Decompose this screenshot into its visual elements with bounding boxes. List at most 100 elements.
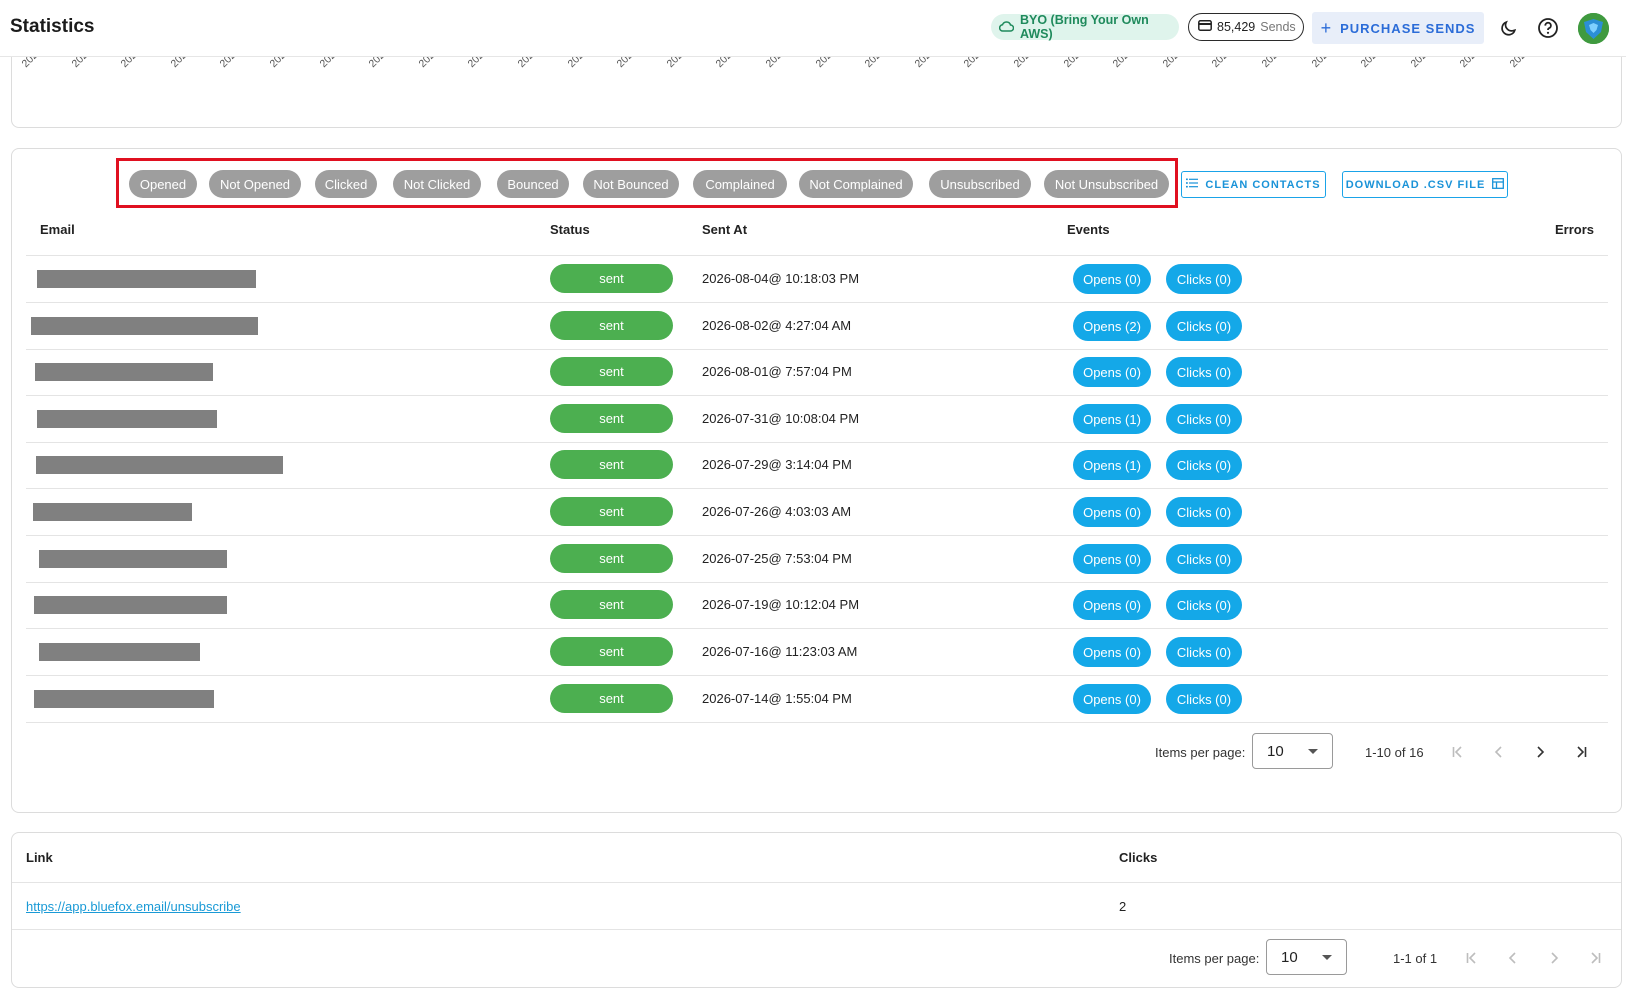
row-divider [26, 442, 1608, 443]
clicks-button[interactable]: Clicks (0) [1166, 590, 1242, 620]
column-header-sent-at[interactable]: Sent At [702, 222, 747, 237]
clicks-button[interactable]: Clicks (0) [1166, 357, 1242, 387]
status-badge: sent [550, 590, 673, 619]
purchase-label: PURCHASE SENDS [1340, 20, 1476, 36]
row-divider [26, 349, 1608, 350]
row-divider [26, 395, 1608, 396]
column-header-clicks: Clicks [1119, 850, 1158, 865]
link-items-per-page-select[interactable]: 10 [1266, 939, 1347, 975]
sent-at-value: 2026-07-25@ 7:53:04 PM [702, 551, 852, 566]
page-range: 1-10 of 16 [1365, 745, 1424, 760]
opens-button[interactable]: Opens (0) [1073, 544, 1151, 574]
page-size-value: 10 [1267, 742, 1284, 760]
email-redacted [37, 270, 256, 288]
row-divider [26, 302, 1608, 303]
table-icon [1492, 177, 1505, 192]
filter-chip-opened[interactable]: Opened [129, 170, 197, 198]
status-badge: sent [550, 450, 673, 479]
email-redacted [34, 690, 214, 708]
list-icon [1186, 178, 1199, 191]
next-page-icon[interactable] [1529, 741, 1551, 763]
opens-button[interactable]: Opens (0) [1073, 637, 1151, 667]
opens-button[interactable]: Opens (0) [1073, 497, 1151, 527]
filter-chip-not-clicked[interactable]: Not Clicked [393, 170, 481, 198]
filter-chip-unsubscribed[interactable]: Unsubscribed [929, 170, 1031, 198]
download-csv-label: DOWNLOAD .CSV FILE [1345, 178, 1486, 191]
sent-at-value: 2026-07-16@ 11:23:03 AM [702, 644, 858, 659]
status-badge: sent [550, 684, 673, 713]
clean-contacts-label: CLEAN CONTACTS [1205, 178, 1321, 191]
clean-contacts-button[interactable]: CLEAN CONTACTS [1181, 171, 1326, 198]
first-page-icon[interactable] [1447, 741, 1469, 763]
row-divider [26, 722, 1608, 723]
moon-icon[interactable] [1495, 14, 1523, 42]
row-divider [26, 582, 1608, 583]
email-redacted [39, 550, 227, 568]
column-header-email[interactable]: Email [40, 222, 75, 237]
email-redacted [34, 596, 227, 614]
help-icon[interactable] [1534, 14, 1562, 42]
clicks-button[interactable]: Clicks (0) [1166, 544, 1242, 574]
clicks-button[interactable]: Clicks (0) [1166, 497, 1242, 527]
sends-count: 85,429 [1217, 20, 1256, 34]
avatar[interactable] [1578, 13, 1609, 44]
opens-button[interactable]: Opens (0) [1073, 684, 1151, 714]
clicks-button[interactable]: Clicks (0) [1166, 684, 1242, 714]
sent-at-value: 2026-08-01@ 7:57:04 PM [702, 364, 852, 379]
app-header: Statistics BYO (Bring Your Own AWS) 85,4… [0, 0, 1626, 57]
link-clicks-value: 2 [1119, 899, 1127, 914]
opens-button[interactable]: Opens (1) [1073, 404, 1151, 434]
link-clicks-card [11, 832, 1622, 988]
opens-button[interactable]: Opens (2) [1073, 311, 1151, 341]
download-csv-button[interactable]: DOWNLOAD .CSV FILE [1342, 171, 1508, 198]
chart-x-axis: 2026-2026-2026-2026-2026-2026-2026-2026-… [20, 43, 1580, 82]
sent-at-value: 2026-07-14@ 1:55:04 PM [702, 691, 852, 706]
column-header-errors[interactable]: Errors [1555, 222, 1594, 237]
first-page-icon[interactable] [1461, 947, 1483, 969]
link-page-size-value: 10 [1281, 948, 1298, 966]
sends-balance[interactable]: 85,429 Sends [1188, 13, 1304, 41]
byo-badge[interactable]: BYO (Bring Your Own AWS) [991, 13, 1179, 41]
email-redacted [35, 363, 213, 381]
sent-at-value: 2026-07-19@ 10:12:04 PM [702, 597, 860, 612]
next-page-icon[interactable] [1543, 947, 1565, 969]
opens-button[interactable]: Opens (0) [1073, 590, 1151, 620]
filter-chip-not-complained[interactable]: Not Complained [799, 170, 913, 198]
campaign-recipients-card [11, 148, 1622, 813]
link-url[interactable]: https://app.bluefox.email/unsubscribe [26, 899, 241, 914]
column-header-link: Link [26, 850, 53, 865]
credit-card-icon [1198, 20, 1212, 34]
last-page-icon[interactable] [1584, 947, 1606, 969]
sent-at-value: 2026-07-29@ 3:14:04 PM [702, 457, 852, 472]
last-page-icon[interactable] [1570, 741, 1592, 763]
purchase-sends-button[interactable]: + PURCHASE SENDS [1312, 12, 1484, 44]
column-header-events[interactable]: Events [1067, 222, 1110, 237]
clicks-button[interactable]: Clicks (0) [1166, 311, 1242, 341]
filter-chip-not-opened[interactable]: Not Opened [209, 170, 301, 198]
filter-chip-complained[interactable]: Complained [693, 170, 787, 198]
clicks-button[interactable]: Clicks (0) [1166, 637, 1242, 667]
link-row-divider [12, 929, 1621, 930]
status-badge: sent [550, 311, 673, 340]
clicks-button[interactable]: Clicks (0) [1166, 450, 1242, 480]
previous-page-icon[interactable] [1488, 741, 1510, 763]
opens-button[interactable]: Opens (1) [1073, 450, 1151, 480]
link-header-divider [12, 882, 1621, 883]
opens-button[interactable]: Opens (0) [1073, 357, 1151, 387]
filter-chip-not-bounced[interactable]: Not Bounced [583, 170, 679, 198]
clicks-button[interactable]: Clicks (0) [1166, 404, 1242, 434]
previous-page-icon[interactable] [1502, 947, 1524, 969]
opens-button[interactable]: Opens (0) [1073, 264, 1151, 294]
filter-chip-clicked[interactable]: Clicked [315, 170, 377, 198]
sent-at-value: 2026-07-26@ 4:03:03 AM [702, 504, 852, 519]
clicks-button[interactable]: Clicks (0) [1166, 264, 1242, 294]
chevron-down-icon [1308, 749, 1318, 754]
items-per-page-select[interactable]: 10 [1252, 733, 1333, 769]
email-redacted [39, 643, 200, 661]
filter-chip-not-unsubscribed[interactable]: Not Unsubscribed [1044, 170, 1169, 198]
filter-chip-bounced[interactable]: Bounced [497, 170, 569, 198]
row-divider [26, 675, 1608, 676]
column-header-status[interactable]: Status [550, 222, 590, 237]
status-badge: sent [550, 497, 673, 526]
link-items-per-page-label: Items per page: [1169, 951, 1260, 966]
